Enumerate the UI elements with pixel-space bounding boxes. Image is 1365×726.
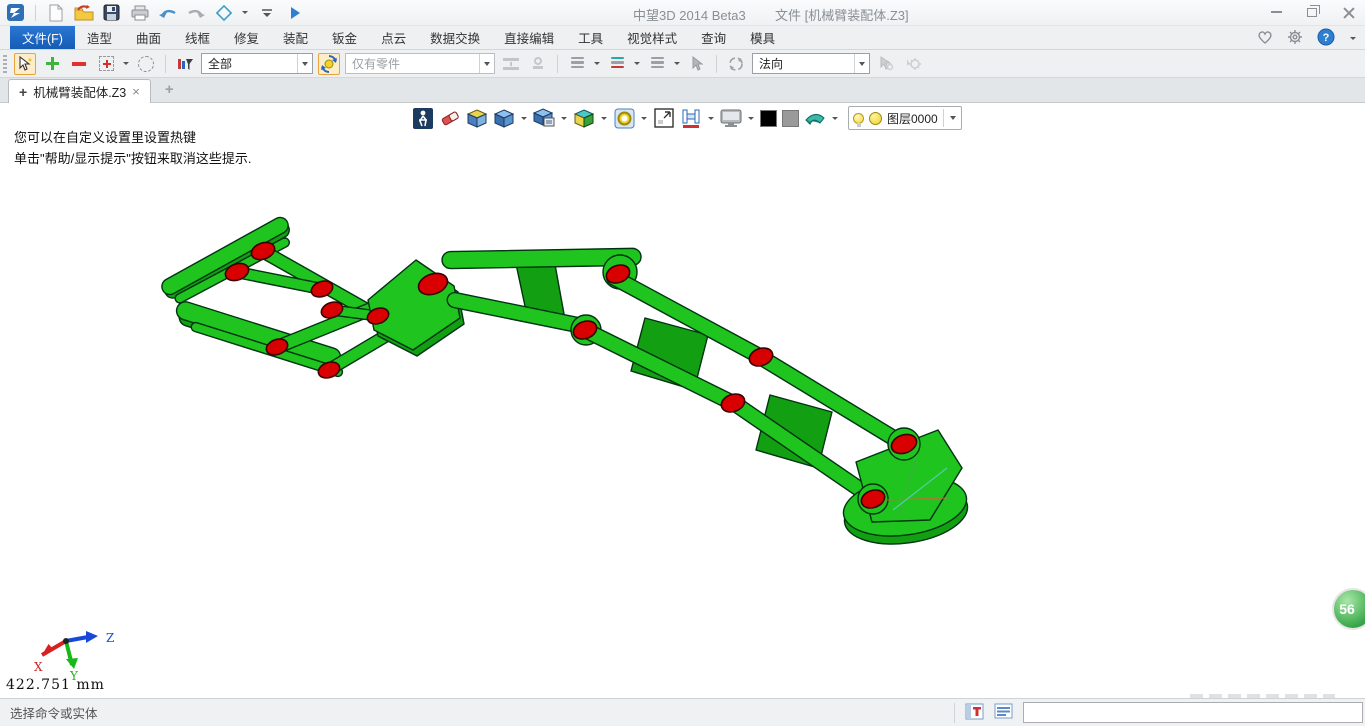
new-document-icon[interactable] bbox=[45, 3, 66, 23]
svg-text:?: ? bbox=[1323, 32, 1330, 44]
tab-assembly[interactable]: 装配 bbox=[271, 26, 320, 49]
measure-distance-icon[interactable] bbox=[500, 53, 522, 75]
tab-shape[interactable]: 造型 bbox=[75, 26, 124, 49]
save-icon[interactable] bbox=[101, 3, 122, 23]
filter-scope-caret[interactable] bbox=[297, 54, 312, 73]
part-filter-value: 仅有零件 bbox=[352, 55, 400, 72]
quick-access-toolbar bbox=[0, 3, 305, 23]
document-tab-active[interactable]: + 机械臂装配体.Z3 × bbox=[8, 79, 151, 103]
selection-toolbar: 全部 仅有零件 法向 bbox=[0, 50, 1365, 78]
status-message: 选择命令或实体 bbox=[0, 703, 954, 722]
separator bbox=[716, 55, 717, 73]
document-tab-close-icon[interactable]: × bbox=[132, 84, 140, 99]
tab-direct-edit[interactable]: 直接编辑 bbox=[492, 26, 566, 49]
model-viewport[interactable]: 图层0000 您可以在自定义设置里设置热键 单击"帮助/显示提示"按钮来取消这些… bbox=[0, 103, 1365, 698]
ribbon-tab-bar: 文件(F) 造型 曲面 线框 修复 装配 钣金 点云 数据交换 直接编辑 工具 … bbox=[0, 26, 1365, 50]
part-filter-caret[interactable] bbox=[479, 54, 494, 73]
customize-toolbar-icon[interactable] bbox=[256, 3, 277, 23]
favorite-heart-icon[interactable] bbox=[1257, 30, 1273, 47]
settings-gear-icon[interactable] bbox=[1287, 29, 1303, 48]
document-title: 文件 [机械臂装配体.Z3] bbox=[775, 5, 909, 24]
normal-value: 法向 bbox=[759, 55, 783, 72]
app-title: 中望3D 2014 Beta3 bbox=[633, 5, 746, 24]
list-colored-icon[interactable] bbox=[606, 53, 628, 75]
print-icon[interactable] bbox=[129, 3, 150, 23]
axis-x-label: X bbox=[34, 660, 43, 674]
pick-settings-gear-icon[interactable] bbox=[902, 53, 924, 75]
tab-pointcloud[interactable]: 点云 bbox=[369, 26, 418, 49]
cursor-gray-icon[interactable] bbox=[686, 53, 708, 75]
view-standard-caret[interactable] bbox=[241, 11, 249, 14]
toolbar-grip[interactable] bbox=[3, 55, 7, 73]
cursor-snap-icon[interactable] bbox=[875, 53, 897, 75]
filter-scope-value: 全部 bbox=[208, 55, 232, 72]
add-select-icon[interactable] bbox=[41, 53, 63, 75]
list-gray-icon[interactable] bbox=[566, 53, 588, 75]
new-document-tab-button[interactable]: + bbox=[165, 81, 174, 98]
orient-cycle-icon[interactable] bbox=[725, 53, 747, 75]
tab-visual-style[interactable]: 视觉样式 bbox=[615, 26, 689, 49]
view-standard-icon[interactable] bbox=[213, 3, 234, 23]
remove-select-icon[interactable] bbox=[68, 53, 90, 75]
tab-mold[interactable]: 模具 bbox=[738, 26, 787, 49]
normal-caret[interactable] bbox=[854, 54, 869, 73]
close-button[interactable] bbox=[1337, 3, 1359, 21]
measure-anchor-icon[interactable] bbox=[527, 53, 549, 75]
box-select-caret[interactable] bbox=[122, 62, 130, 65]
regen-icon[interactable] bbox=[318, 53, 340, 75]
box-select-icon[interactable] bbox=[95, 53, 117, 75]
tab-sheetmetal[interactable]: 钣金 bbox=[320, 26, 369, 49]
tab-file[interactable]: 文件(F) bbox=[10, 26, 75, 49]
tab-surface[interactable]: 曲面 bbox=[124, 26, 173, 49]
scale-measurement: 422.751 mm bbox=[6, 677, 105, 693]
tab-repair[interactable]: 修复 bbox=[222, 26, 271, 49]
filter-scope-select[interactable]: 全部 bbox=[201, 53, 313, 74]
command-input[interactable] bbox=[1023, 702, 1363, 723]
normal-select[interactable]: 法向 bbox=[752, 53, 870, 74]
document-icon: + bbox=[19, 84, 27, 100]
redo-icon[interactable] bbox=[185, 3, 206, 23]
titlebar: 中望3D 2014 Beta3 文件 [机械臂装配体.Z3] bbox=[0, 0, 1365, 26]
restore-button[interactable] bbox=[1301, 3, 1323, 21]
zw3d-logo-icon bbox=[5, 3, 26, 23]
mechanical-arm-model[interactable] bbox=[0, 103, 1365, 698]
document-tab-bar: + 机械臂装配体.Z3 × + bbox=[0, 78, 1365, 103]
list-stack-icon[interactable] bbox=[646, 53, 668, 75]
minimize-button[interactable] bbox=[1265, 3, 1287, 21]
tab-tools[interactable]: 工具 bbox=[566, 26, 615, 49]
input-options-icon[interactable] bbox=[965, 703, 984, 723]
tab-wireframe[interactable]: 线框 bbox=[173, 26, 222, 49]
status-bar: 选择命令或实体 bbox=[0, 698, 1365, 726]
help-icon[interactable]: ? bbox=[1317, 28, 1335, 49]
open-file-icon[interactable] bbox=[73, 3, 94, 23]
axis-z-label: Z bbox=[106, 631, 114, 645]
separator bbox=[165, 55, 166, 73]
help-caret[interactable] bbox=[1349, 37, 1357, 40]
tab-data-exchange[interactable]: 数据交换 bbox=[418, 26, 492, 49]
tab-inquire[interactable]: 查询 bbox=[689, 26, 738, 49]
undo-icon[interactable] bbox=[157, 3, 178, 23]
separator bbox=[35, 5, 36, 21]
separator bbox=[557, 55, 558, 73]
separator bbox=[954, 703, 955, 723]
command-list-icon[interactable] bbox=[994, 703, 1013, 722]
document-tab-label: 机械臂装配体.Z3 bbox=[33, 82, 126, 101]
lasso-select-icon[interactable] bbox=[135, 53, 157, 75]
list-gray-caret[interactable] bbox=[593, 62, 601, 65]
list-colored-caret[interactable] bbox=[633, 62, 641, 65]
pick-arrow-icon[interactable] bbox=[14, 53, 36, 75]
play-icon[interactable] bbox=[284, 3, 305, 23]
part-filter-select[interactable]: 仅有零件 bbox=[345, 53, 495, 74]
list-stack-caret[interactable] bbox=[673, 62, 681, 65]
filter-icon[interactable] bbox=[174, 53, 196, 75]
